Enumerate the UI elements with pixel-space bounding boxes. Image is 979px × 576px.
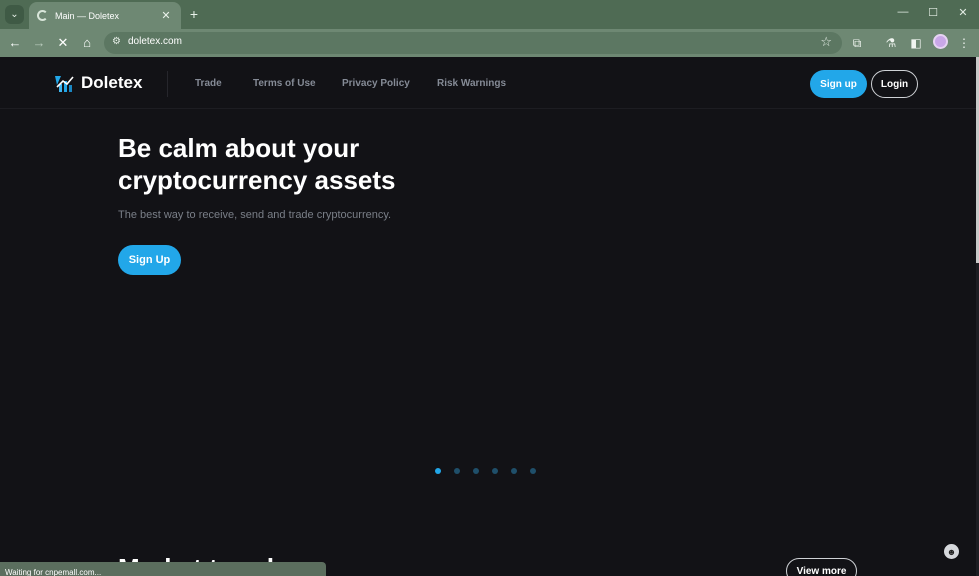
- site-logo[interactable]: Doletex: [53, 73, 142, 93]
- minimize-icon[interactable]: —: [895, 6, 911, 18]
- new-tab-button[interactable]: +: [186, 6, 202, 22]
- menu-icon[interactable]: ⋮: [955, 34, 973, 52]
- hero-title-line-2: cryptocurrency assets: [118, 165, 396, 195]
- logo-chart-icon: [55, 76, 74, 92]
- login-button[interactable]: Login: [871, 70, 918, 98]
- profile-avatar[interactable]: [933, 34, 948, 49]
- labs-icon[interactable]: ⚗: [882, 34, 900, 52]
- url-text[interactable]: doletex.com: [128, 36, 182, 47]
- web-page: Doletex Trade Terms of Use Privacy Polic…: [0, 57, 976, 576]
- nav-privacy-policy[interactable]: Privacy Policy: [342, 78, 410, 89]
- bookmark-star-icon[interactable]: ☆: [820, 34, 832, 50]
- browser-tab[interactable]: Main — Doletex ✕: [29, 2, 181, 29]
- close-icon[interactable]: ✕: [955, 6, 971, 19]
- carousel-dot[interactable]: [435, 468, 441, 474]
- nav-terms-of-use[interactable]: Terms of Use: [253, 78, 316, 89]
- nav-trade[interactable]: Trade: [195, 78, 222, 89]
- tab-close-icon[interactable]: ✕: [159, 9, 173, 22]
- nav-risk-warnings[interactable]: Risk Warnings: [437, 78, 506, 89]
- carousel-dot[interactable]: [492, 468, 498, 474]
- stop-icon[interactable]: ✕: [54, 34, 72, 52]
- carousel-dots: [435, 468, 536, 474]
- forward-icon[interactable]: →: [30, 34, 48, 52]
- maximize-icon[interactable]: ☐: [925, 6, 941, 19]
- browser-status-bar: Waiting for cnpemall.com...: [0, 562, 326, 576]
- carousel-dot[interactable]: [454, 468, 460, 474]
- header-divider: [167, 71, 168, 97]
- home-icon[interactable]: ⌂: [78, 34, 96, 52]
- tab-title: Main — Doletex: [55, 10, 120, 21]
- site-header: Doletex Trade Terms of Use Privacy Polic…: [0, 57, 976, 109]
- hero-subtitle: The best way to receive, send and trade …: [118, 209, 392, 221]
- loading-spinner-icon: [37, 10, 48, 21]
- hero-signup-button[interactable]: Sign Up: [118, 245, 181, 275]
- carousel-dot[interactable]: [530, 468, 536, 474]
- back-icon[interactable]: ←: [6, 34, 24, 52]
- brand-name: Doletex: [81, 73, 143, 92]
- support-widget-icon[interactable]: ☻: [944, 544, 959, 559]
- browser-toolbar: ← → ✕ ⌂ ⚙ doletex.com ☆ ⧉ ⚗ ◧ ⋮: [0, 29, 979, 57]
- extensions-icon[interactable]: ⧉: [848, 34, 866, 52]
- status-text: Waiting for cnpemall.com...: [5, 568, 102, 576]
- sidebar-icon[interactable]: ◧: [907, 34, 925, 52]
- signup-button[interactable]: Sign up: [810, 70, 867, 98]
- tab-list-icon[interactable]: ⌄: [5, 5, 24, 24]
- browser-titlebar: ⌄ Main — Doletex ✕ + — ☐ ✕: [0, 0, 979, 29]
- view-more-button[interactable]: View more: [786, 558, 857, 576]
- carousel-dot[interactable]: [473, 468, 479, 474]
- hero-title: Be calm about your cryptocurrency assets: [118, 132, 538, 196]
- hero-title-line-1: Be calm about your: [118, 133, 360, 163]
- address-bar[interactable]: ⚙ doletex.com ☆: [104, 32, 842, 54]
- carousel-dot[interactable]: [511, 468, 517, 474]
- site-info-icon[interactable]: ⚙: [112, 36, 121, 47]
